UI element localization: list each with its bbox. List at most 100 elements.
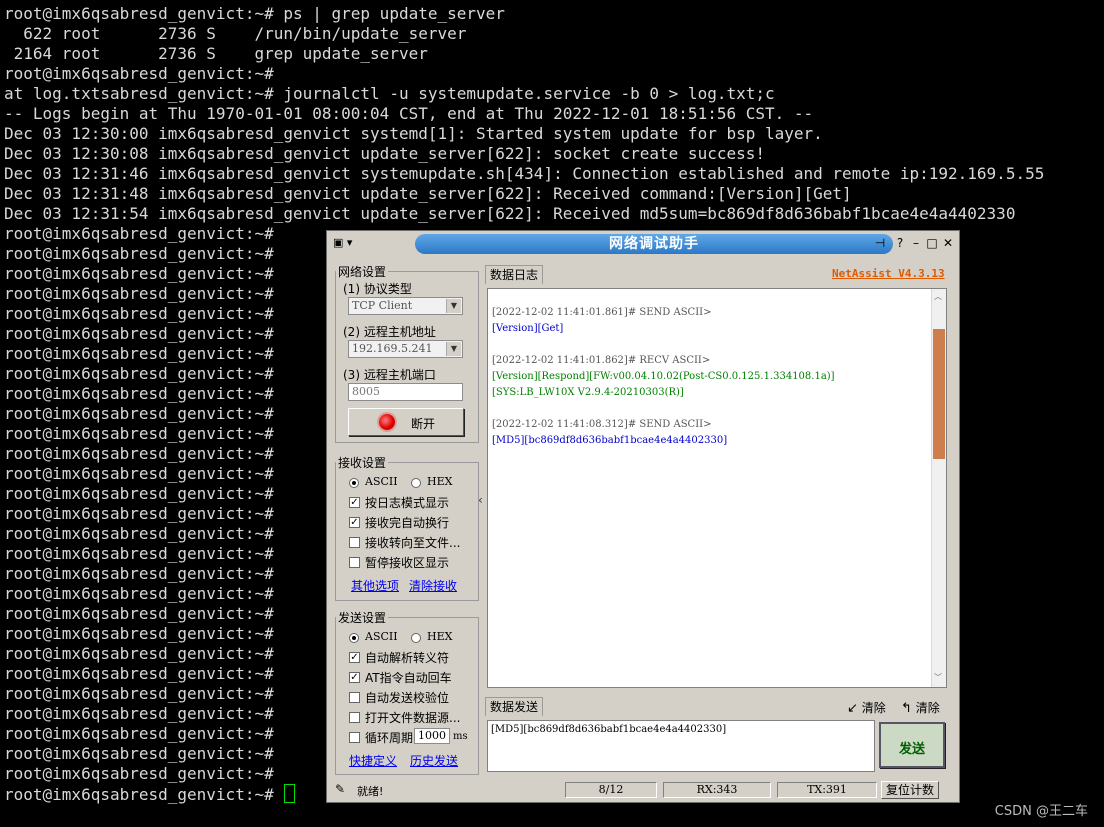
terminal-prompt: root@imx6qsabresd_genvict:~# <box>4 624 274 643</box>
terminal-prompt: root@imx6qsabresd_genvict:~# <box>4 564 274 583</box>
clear-all-button[interactable]: ↰ 清除 <box>901 699 940 716</box>
send-opt5-checkbox[interactable] <box>349 732 360 743</box>
receive-opt3-checkbox[interactable] <box>349 537 360 548</box>
send-opt3-checkbox[interactable] <box>349 692 360 703</box>
minimize-icon[interactable]: – <box>909 236 923 250</box>
status-count: 8/12 <box>565 782 657 798</box>
watermark: CSDN @王二车 <box>994 804 1088 819</box>
send-button[interactable]: 发送 <box>879 722 945 768</box>
port-input[interactable]: 8005 <box>348 383 463 401</box>
terminal-prompt: root@imx6qsabresd_genvict:~# <box>4 324 274 343</box>
pin-icon[interactable]: ⊣ <box>873 236 887 250</box>
receive-ascii-radio[interactable] <box>349 478 359 488</box>
terminal-prompt: root@imx6qsabresd_genvict:~# <box>4 644 274 663</box>
terminal-line: Dec 03 12:30:08 imx6qsabresd_genvict upd… <box>4 144 765 163</box>
reset-count-button[interactable]: 复位计数 <box>881 781 939 799</box>
status-bar: ✎ 就绪! 8/12 RX:343 TX:391 复位计数 <box>327 779 959 801</box>
terminal-prompt: root@imx6qsabresd_genvict:~# <box>4 384 274 403</box>
receive-opt2-label: 接收完自动换行 <box>365 516 450 530</box>
help-icon[interactable]: ? <box>893 236 907 250</box>
log-line: [Version][Get] <box>492 323 564 334</box>
send-hex-label: HEX <box>427 630 453 643</box>
send-text: [MD5][bc869df8d636babf1bcae4e4a4402330] <box>491 724 727 735</box>
send-opt1-checkbox[interactable]: ✓ <box>349 652 360 663</box>
send-ascii-radio[interactable] <box>349 633 359 643</box>
clear-receive-link[interactable]: 清除接收 <box>409 577 457 594</box>
receive-opt1-checkbox[interactable]: ✓ <box>349 497 360 508</box>
terminal-prompt: root@imx6qsabresd_genvict:~# <box>4 504 274 523</box>
receive-hex-label: HEX <box>427 475 453 488</box>
send-ascii-label: ASCII <box>365 630 398 643</box>
send-history-link[interactable]: 历史发送 <box>410 752 458 769</box>
protocol-label: (1) 协议类型 <box>343 282 412 296</box>
host-select[interactable]: 192.169.5.241 ▼ <box>348 340 463 358</box>
terminal-prompt: root@imx6qsabresd_genvict:~# <box>4 664 274 683</box>
terminal-prompt: root@imx6qsabresd_genvict:~# <box>4 604 274 623</box>
chevron-left-icon[interactable]: ‹ <box>478 493 483 507</box>
system-menu-icon[interactable]: ▣ ▾ <box>333 236 365 252</box>
protocol-value: TCP Client <box>352 299 413 312</box>
terminal-prompt: root@imx6qsabresd_genvict:~# <box>4 304 274 323</box>
period-input[interactable]: 1000 <box>414 728 450 744</box>
log-line: [2022-12-02 11:41:08.312]# SEND ASCII> <box>492 419 712 430</box>
terminal-line: Dec 03 12:31:46 imx6qsabresd_genvict sys… <box>4 164 1045 183</box>
chevron-up-icon[interactable]: ︿ <box>934 291 942 302</box>
collapse-panel-handle[interactable]: ‹ <box>478 471 483 531</box>
cursor <box>284 784 296 803</box>
send-opt2-label: AT指令自动回车 <box>365 671 452 685</box>
port-label: (3) 远程主机端口 <box>343 368 436 382</box>
netassist-window[interactable]: ▣ ▾ 网络调试助手 ⊣ ? – □ ✕ 网络设置 (1) 协议类型 TCP C… <box>326 230 960 803</box>
tab-data-send[interactable]: 数据发送 <box>485 697 544 716</box>
send-opt5-label: 循环周期 <box>365 731 414 745</box>
receive-log-area[interactable]: [2022-12-02 11:41:01.861]# SEND ASCII> [V… <box>487 288 947 688</box>
log-line: [MD5][bc869df8d636babf1bcae4e4a4402330] <box>492 435 728 446</box>
clear-send-label: 清除 <box>861 701 886 715</box>
send-settings-legend: 发送设置 <box>338 611 387 625</box>
chevron-down-icon[interactable]: ﹀ <box>934 672 942 683</box>
chevron-down-icon[interactable]: ▼ <box>446 342 461 356</box>
send-button-label: 发送 <box>898 742 925 757</box>
receive-opt2-checkbox[interactable]: ✓ <box>349 517 360 528</box>
clear-arrow-icon: ↙ <box>847 701 858 716</box>
log-line: [2022-12-02 11:41:01.861]# SEND ASCII> <box>492 307 712 318</box>
tab-data-log[interactable]: 数据日志 <box>485 265 544 284</box>
app-brand: NetAssist V4.3.13 <box>832 267 945 280</box>
maximize-icon[interactable]: □ <box>925 236 939 250</box>
quick-define-link[interactable]: 快捷定义 <box>349 752 397 769</box>
terminal-prompt: root@imx6qsabresd_genvict:~# <box>4 524 274 543</box>
chevron-down-icon[interactable]: ▼ <box>446 299 461 313</box>
terminal-prompt: root@imx6qsabresd_genvict:~# <box>4 244 274 263</box>
status-rx: RX:343 <box>663 782 771 798</box>
protocol-select[interactable]: TCP Client ▼ <box>348 297 463 315</box>
terminal-line: 2164 root 2736 S grep update_server <box>4 44 428 63</box>
terminal-prompt: root@imx6qsabresd_genvict:~# <box>4 724 274 743</box>
terminal-prompt: root@imx6qsabresd_genvict:~# <box>4 464 274 483</box>
scrollbar-thumb[interactable] <box>933 329 945 459</box>
terminal-prompt: root@imx6qsabresd_genvict:~# <box>4 744 274 763</box>
other-options-link[interactable]: 其他选项 <box>351 577 399 594</box>
terminal-prompt: root@imx6qsabresd_genvict:~# <box>4 404 274 423</box>
terminal-line: Dec 03 12:30:00 imx6qsabresd_genvict sys… <box>4 124 823 143</box>
send-opt2-checkbox[interactable]: ✓ <box>349 672 360 683</box>
receive-hex-radio[interactable] <box>411 478 421 488</box>
disconnect-button[interactable]: 断开 <box>348 408 464 436</box>
close-icon[interactable]: ✕ <box>941 236 955 250</box>
send-hex-radio[interactable] <box>411 633 421 643</box>
log-scrollbar[interactable]: ︿ ﹀ <box>931 289 946 687</box>
terminal-prompt: root@imx6qsabresd_genvict:~# <box>4 764 274 783</box>
status-ready: 就绪! <box>357 785 384 798</box>
disconnect-label: 断开 <box>411 417 436 431</box>
log-line: [2022-12-02 11:41:01.862]# RECV ASCII> <box>492 355 711 366</box>
terminal-line: root@imx6qsabresd_genvict:~# ps | grep u… <box>4 4 505 23</box>
send-opt4-checkbox[interactable] <box>349 712 360 723</box>
period-unit: ms <box>453 731 468 742</box>
receive-ascii-label: ASCII <box>365 475 398 488</box>
title-bar[interactable]: ▣ ▾ 网络调试助手 ⊣ ? – □ ✕ <box>327 231 959 257</box>
send-input[interactable]: [MD5][bc869df8d636babf1bcae4e4a4402330] <box>487 720 875 772</box>
receive-opt4-checkbox[interactable] <box>349 557 360 568</box>
send-opt3-label: 自动发送校验位 <box>365 691 450 705</box>
clear-send-button[interactable]: ↙ 清除 <box>847 699 886 716</box>
status-tx: TX:391 <box>777 782 877 798</box>
terminal-line: root@imx6qsabresd_genvict:~# <box>4 64 274 83</box>
host-label: (2) 远程主机地址 <box>343 325 436 339</box>
